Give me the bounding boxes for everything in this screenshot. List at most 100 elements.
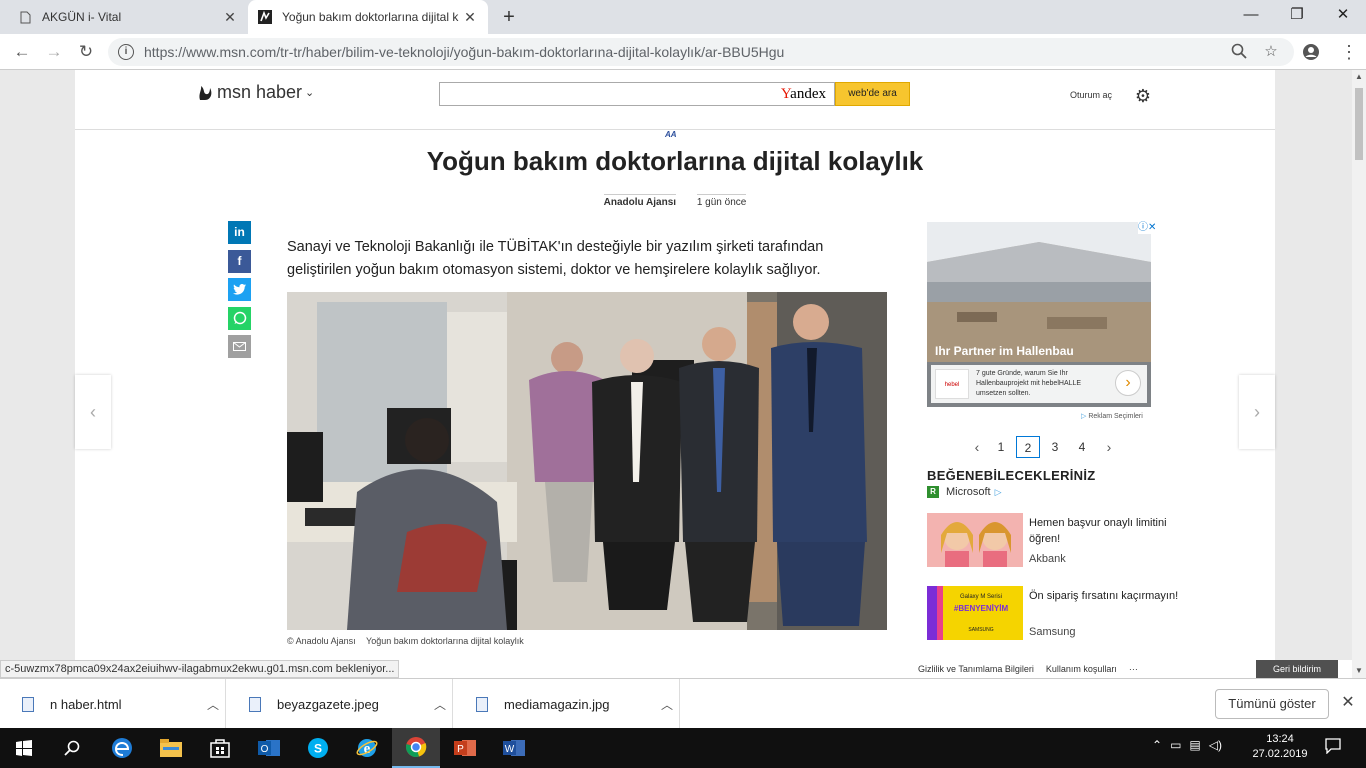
terms-link[interactable]: Kullanım koşulları (1046, 664, 1117, 674)
chevron-down-icon: ⌄ (305, 87, 315, 99)
linkedin-icon[interactable]: in (228, 221, 251, 244)
chevron-up-icon[interactable]: ︿ (655, 696, 679, 713)
previous-article-button[interactable]: ‹ (75, 375, 111, 449)
vertical-scrollbar[interactable]: ▲ ▼ (1352, 70, 1366, 678)
download-filename[interactable]: n haber.html (50, 697, 201, 712)
page-4[interactable]: 4 (1070, 436, 1094, 458)
download-filename[interactable]: beyazgazete.jpeg (277, 697, 428, 712)
url-text[interactable]: https://www.msn.com/tr-tr/haber/bilim-ve… (144, 44, 784, 60)
file-icon (22, 696, 34, 712)
recommendation-title[interactable]: Hemen başvur onaylı limitini öğren! (1029, 515, 1179, 547)
page-1[interactable]: 1 (989, 436, 1013, 458)
search-input[interactable]: Yandex (439, 82, 835, 106)
new-tab-button[interactable]: + (498, 6, 520, 28)
chevron-right-icon[interactable]: › (1115, 370, 1141, 396)
msn-page: msn haber ⌄ Yandex web'de ara Oturum aç … (75, 70, 1275, 660)
reload-icon[interactable]: ↻ (74, 40, 98, 64)
chevron-left-icon[interactable]: ‹ (965, 436, 989, 458)
skype-icon[interactable]: S (294, 728, 342, 768)
recommendations-source[interactable]: R Microsoft ▷ (927, 486, 1002, 498)
chevron-up-icon[interactable]: ︿ (201, 696, 225, 713)
chevron-right-icon[interactable]: › (1097, 436, 1121, 458)
gear-icon[interactable]: ⚙ (1133, 86, 1153, 106)
recommendation-card[interactable]: Hemen başvur onaylı limitini öğren! Akba… (927, 513, 1187, 569)
show-all-downloads-button[interactable]: Tümünü göster (1215, 689, 1329, 719)
tab-akgun[interactable]: AKGÜN i- Vital ✕ (8, 0, 248, 34)
article-source[interactable]: Anadolu Ajansı (603, 194, 677, 208)
network-icon[interactable]: ▤ (1189, 738, 1200, 752)
web-search-button[interactable]: web'de ara (835, 82, 910, 106)
whatsapp-icon[interactable] (228, 307, 251, 330)
chevron-up-icon[interactable]: ⌃ (1152, 738, 1162, 752)
restore-icon[interactable]: ❐ (1274, 0, 1320, 30)
tab-msn-article[interactable]: Yoğun bakım doktorlarına dijital k ✕ (248, 0, 488, 34)
page-2[interactable]: 2 (1016, 436, 1040, 458)
download-item[interactable]: n haber.html ︿ (0, 679, 226, 729)
close-icon[interactable]: ✕ (1339, 693, 1357, 713)
chrome-icon[interactable] (392, 728, 440, 768)
window-close-icon[interactable]: ✕ (1320, 0, 1366, 30)
next-article-button[interactable]: › (1239, 375, 1275, 449)
zoom-icon[interactable] (1230, 43, 1248, 61)
windows-start-icon[interactable] (0, 728, 48, 768)
facebook-icon[interactable]: f (228, 250, 251, 273)
system-clock[interactable]: 13:24 27.02.2019 (1246, 732, 1314, 762)
recommendation-title[interactable]: Ön sipariş fırsatını kaçırmayın! (1029, 588, 1179, 604)
recommendation-thumbnail[interactable] (927, 513, 1023, 567)
scroll-up-icon[interactable]: ▲ (1352, 70, 1366, 84)
volume-icon[interactable]: ◁) (1209, 738, 1222, 752)
powerpoint-icon[interactable]: P (441, 728, 489, 768)
msn-icon (258, 10, 272, 24)
adchoices-link[interactable]: ▷ Reklam Seçimleri (1081, 412, 1143, 420)
scrollbar-thumb[interactable] (1355, 88, 1363, 160)
battery-icon[interactable]: ▭ (1170, 738, 1181, 752)
close-icon[interactable]: ✕ (222, 9, 238, 25)
privacy-link[interactable]: Gizlilik ve Tanımlama Bilgileri (918, 664, 1034, 674)
svg-text:W: W (505, 744, 515, 755)
ad-pager: ‹ 1 2 3 4 › (965, 436, 1121, 458)
internet-explorer-icon[interactable]: e (343, 728, 391, 768)
msn-logo-icon (197, 84, 213, 102)
signin-link[interactable]: Oturum aç (1070, 90, 1112, 100)
ad-brand-logo: hebel HALLE (935, 369, 969, 399)
download-item[interactable]: mediamagazin.jpg ︿ (454, 679, 680, 729)
recommendation-card[interactable]: Galaxy M Serisi #BENYENİYİM SAMSUNG Ön s… (927, 586, 1187, 642)
more-link[interactable]: ··· (1129, 664, 1138, 674)
profile-icon[interactable] (1302, 43, 1320, 61)
article-photo[interactable] (287, 292, 887, 630)
download-filename[interactable]: mediamagazin.jpg (504, 697, 655, 712)
back-icon[interactable]: ← (10, 40, 34, 64)
email-icon[interactable] (228, 335, 251, 358)
word-icon[interactable]: W (490, 728, 538, 768)
minimize-icon[interactable]: — (1228, 0, 1274, 30)
store-icon[interactable] (196, 728, 244, 768)
feedback-button[interactable]: Geri bildirim (1256, 660, 1338, 678)
menu-icon[interactable]: ⋮ (1340, 40, 1358, 64)
adchoices-icon[interactable]: ⓘ✕ (1138, 222, 1156, 234)
bookmark-star-icon[interactable]: ☆ (1262, 43, 1280, 61)
edge-icon[interactable] (98, 728, 146, 768)
address-bar[interactable]: i https://www.msn.com/tr-tr/haber/bilim-… (108, 38, 1294, 66)
download-item[interactable]: beyazgazete.jpeg ︿ (227, 679, 453, 729)
recommendation-thumbnail[interactable]: Galaxy M Serisi #BENYENİYİM SAMSUNG (927, 586, 1023, 640)
byline: Anadolu Ajansı 1 gün önce (75, 194, 1275, 208)
ad-banner[interactable]: Ihr Partner im Hallenbau hebel HALLE 7 g… (927, 222, 1151, 407)
file-explorer-icon[interactable] (147, 728, 195, 768)
notification-icon[interactable] (1322, 738, 1344, 758)
page-3[interactable]: 3 (1043, 436, 1067, 458)
ad-title[interactable]: Ihr Partner im Hallenbau (935, 344, 1074, 358)
microsoft-icon: R (927, 486, 939, 498)
scroll-down-icon[interactable]: ▼ (1352, 664, 1366, 678)
close-icon[interactable]: ✕ (462, 9, 478, 25)
twitter-icon[interactable] (228, 278, 251, 301)
recommendation-source: Akbank (1029, 553, 1066, 565)
search-icon[interactable] (48, 728, 96, 768)
forward-icon[interactable]: → (42, 40, 66, 64)
info-icon[interactable]: i (118, 44, 134, 60)
outlook-icon[interactable]: O (245, 728, 293, 768)
chevron-up-icon[interactable]: ︿ (428, 696, 452, 713)
caption-source: © Anadolu Ajansı (287, 636, 356, 646)
msn-brand[interactable]: msn haber ⌄ (197, 82, 314, 103)
file-icon (249, 696, 261, 712)
footer-links: Gizlilik ve Tanımlama Bilgileri Kullanım… (918, 664, 1150, 674)
